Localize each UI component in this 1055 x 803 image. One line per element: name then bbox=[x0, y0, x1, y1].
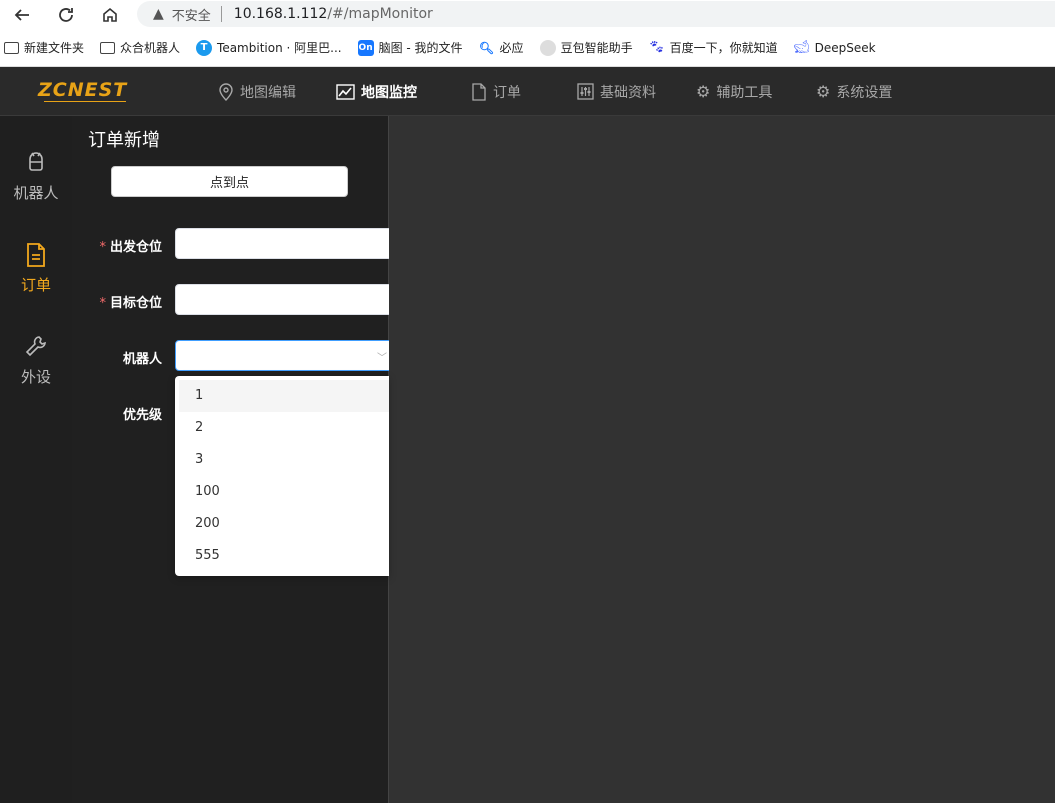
nav-order[interactable]: 订单 bbox=[471, 67, 521, 116]
nav-aux-tools[interactable]: ⚙︎ 辅助工具 bbox=[696, 67, 772, 116]
rail-label: 机器人 bbox=[13, 184, 59, 202]
bookmarks-bar: 新建文件夹 众合机器人 T Teambition · 阿里巴... On 脑图 - … bbox=[0, 29, 1055, 67]
rail-item-order[interactable]: 订单 bbox=[0, 242, 72, 295]
bookmark-label: DeepSeek bbox=[814, 40, 876, 55]
bookmark-item[interactable]: 豆包智能助手 bbox=[539, 39, 633, 56]
app-header: ZCNEST 地图编辑 地图监控 订单 基础资料 ⚙︎ 辅助工具 ⚙︎ 系统设置 bbox=[0, 67, 1055, 116]
folder-icon bbox=[100, 41, 116, 54]
nav-label: 辅助工具 bbox=[716, 84, 773, 101]
nav-map-monitor[interactable]: 地图监控 bbox=[336, 67, 417, 116]
gear-icon: ⚙︎ bbox=[816, 82, 831, 101]
url-path: /#/mapMonitor bbox=[327, 6, 433, 22]
priority-label: 优先级 bbox=[122, 408, 162, 423]
robot-dropdown: 1 2 3 100 200 555 bbox=[175, 376, 389, 576]
bookmark-label: 脑图 - 我的文件 bbox=[378, 41, 463, 55]
nav-map-edit[interactable]: 地图编辑 bbox=[218, 67, 296, 116]
bing-icon: 🔍︎ bbox=[478, 40, 495, 55]
address-bar[interactable]: ▲ 不安全 10.168.1.112/#/mapMonitor bbox=[137, 1, 1055, 27]
bookmark-item[interactable]: 🔍︎ 必应 bbox=[479, 39, 524, 56]
nav-label: 订单 bbox=[493, 84, 521, 101]
back-icon[interactable] bbox=[0, 0, 44, 29]
address-divider bbox=[220, 6, 222, 22]
map-pin-icon bbox=[218, 82, 234, 101]
required-mark: * bbox=[99, 296, 106, 311]
gear-icon: ⚙︎ bbox=[696, 82, 711, 101]
to-label-text: 目标仓位 bbox=[109, 296, 162, 311]
wrench-icon bbox=[25, 336, 46, 357]
chevron-down-icon[interactable]: ﹀ bbox=[377, 349, 387, 364]
nav-label: 地图监控 bbox=[361, 84, 417, 101]
rail-item-peripheral[interactable]: 外设 bbox=[0, 334, 72, 387]
url-host: 10.168.1.112 bbox=[233, 6, 328, 22]
to-label: * 目标仓位 bbox=[72, 292, 162, 311]
bookmark-item[interactable]: 众合机器人 bbox=[100, 39, 180, 56]
bookmark-item[interactable]: T Teambition · 阿里巴... bbox=[196, 39, 342, 56]
robot-label: 机器人 bbox=[122, 352, 162, 367]
chart-line-icon bbox=[336, 83, 355, 100]
bookmark-label: Teambition · 阿里巴... bbox=[217, 41, 342, 55]
nav-basic-data[interactable]: 基础资料 bbox=[577, 67, 656, 116]
bookmark-label: 新建文件夹 bbox=[24, 41, 85, 55]
from-location-input[interactable] bbox=[175, 228, 390, 259]
robot-select[interactable]: ﹀ bbox=[175, 340, 390, 371]
teambition-icon: T bbox=[196, 39, 213, 56]
file-icon bbox=[471, 82, 487, 101]
android-icon bbox=[29, 152, 43, 171]
insecure-label[interactable]: 不安全 bbox=[172, 5, 211, 24]
bookmark-item[interactable]: 🐾︎ 百度一下，你就知道 bbox=[648, 39, 778, 56]
point-to-point-button[interactable]: 点到点 bbox=[111, 166, 348, 197]
baidu-icon: 🐾︎ bbox=[648, 40, 665, 55]
logo[interactable]: ZCNEST bbox=[38, 79, 127, 101]
document-icon bbox=[27, 243, 45, 267]
nav-label: 系统设置 bbox=[836, 84, 893, 101]
rail-label: 订单 bbox=[20, 276, 51, 294]
side-rail: 机器人 订单 外设 bbox=[0, 116, 72, 803]
dropdown-option[interactable]: 100 bbox=[179, 476, 389, 508]
dropdown-option[interactable]: 555 bbox=[179, 540, 389, 572]
to-location-input[interactable] bbox=[175, 284, 390, 315]
home-icon[interactable] bbox=[88, 0, 132, 29]
bookmark-item[interactable]: 新建文件夹 bbox=[4, 39, 84, 56]
nav-system-settings[interactable]: ⚙︎ 系统设置 bbox=[816, 67, 892, 116]
nav-label: 地图编辑 bbox=[240, 84, 296, 101]
bookmark-label: 豆包智能助手 bbox=[560, 41, 633, 55]
dropdown-option[interactable]: 1 bbox=[179, 380, 389, 412]
map-canvas[interactable] bbox=[389, 116, 1055, 803]
from-label: * 出发仓位 bbox=[72, 236, 162, 255]
rail-item-robot[interactable]: 机器人 bbox=[0, 150, 72, 203]
bookmark-label: 百度一下，你就知道 bbox=[669, 41, 778, 55]
reload-icon[interactable] bbox=[44, 0, 88, 29]
panel-title: 订单新增 bbox=[88, 130, 160, 151]
doubao-icon bbox=[539, 39, 556, 56]
from-label-text: 出发仓位 bbox=[109, 240, 162, 255]
sliders-icon bbox=[577, 83, 594, 100]
on-icon: On bbox=[357, 39, 374, 56]
dropdown-option[interactable]: 3 bbox=[179, 444, 389, 476]
browser-toolbar: ▲ 不安全 10.168.1.112/#/mapMonitor bbox=[0, 0, 1055, 29]
rail-label: 外设 bbox=[20, 368, 51, 386]
deepseek-icon: 🐋︎ bbox=[793, 40, 810, 55]
bookmark-label: 众合机器人 bbox=[120, 41, 181, 55]
dropdown-option[interactable]: 2 bbox=[179, 412, 389, 444]
bookmark-item[interactable]: On 脑图 - 我的文件 bbox=[357, 39, 463, 56]
folder-icon bbox=[4, 41, 19, 54]
nav-label: 基础资料 bbox=[600, 84, 656, 101]
bookmark-item[interactable]: 🐋︎ DeepSeek bbox=[793, 40, 876, 56]
required-mark: * bbox=[99, 240, 106, 255]
dropdown-option[interactable]: 200 bbox=[179, 508, 389, 540]
logo-underline bbox=[44, 101, 126, 102]
bookmark-label: 必应 bbox=[499, 41, 524, 55]
warning-icon[interactable]: ▲ bbox=[153, 6, 164, 22]
